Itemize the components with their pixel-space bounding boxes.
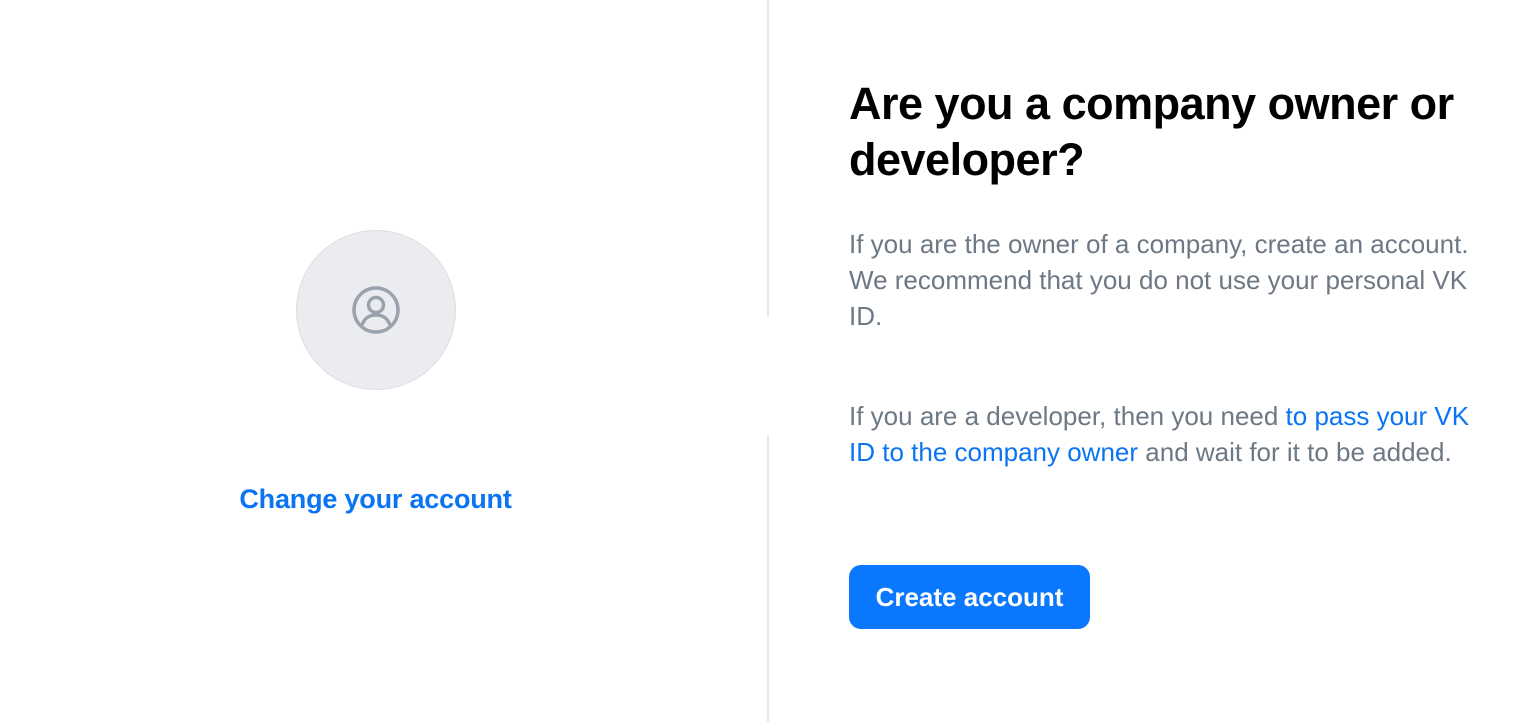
developer-text-before: If you are a developer, then you need xyxy=(849,401,1286,431)
developer-description: If you are a developer, then you need to… xyxy=(849,398,1499,470)
divider xyxy=(767,0,769,316)
account-pane: Change your account xyxy=(0,0,767,722)
divider xyxy=(767,436,769,722)
avatar xyxy=(296,230,456,390)
page: Change your account Are you a company ow… xyxy=(0,0,1528,722)
page-title: Are you a company owner or developer? xyxy=(849,78,1454,185)
developer-text-after: and wait for it to be added. xyxy=(1138,437,1452,467)
owner-description: If you are the owner of a company, creat… xyxy=(849,229,1469,331)
info-pane: Are you a company owner or developer? If… xyxy=(849,76,1509,470)
change-account-link[interactable]: Change your account xyxy=(0,484,751,515)
create-account-button[interactable]: Create account xyxy=(849,565,1090,629)
user-circle-icon xyxy=(351,285,401,335)
